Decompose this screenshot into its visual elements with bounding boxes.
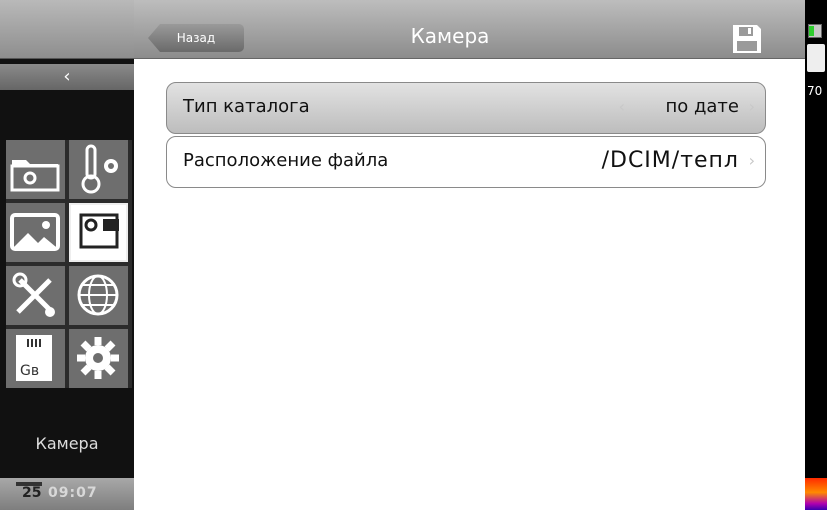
- setting-label: Тип каталога: [183, 96, 310, 117]
- setting-file-location[interactable]: Расположение файла /DCIM/тепл ›: [166, 136, 766, 188]
- chevron-right-icon[interactable]: ›: [749, 97, 755, 116]
- menu-tile-settings[interactable]: [69, 329, 128, 388]
- sd-card-icon: Gв: [16, 335, 52, 381]
- menu-grid: Gв: [6, 140, 132, 388]
- menu-tile-globe[interactable]: [69, 266, 128, 325]
- menu-tile-camera[interactable]: [69, 203, 128, 262]
- sidebar: ‹ Gв Камера 25 09:07: [0, 0, 134, 510]
- section-label: Камера: [35, 434, 99, 453]
- setting-label: Расположение файла: [183, 150, 389, 171]
- back-button[interactable]: Назад: [148, 24, 244, 52]
- chevron-left-icon[interactable]: ‹: [619, 97, 625, 116]
- status-strip: [805, 0, 827, 510]
- date-day: 25: [22, 485, 42, 501]
- setting-catalog-type[interactable]: Тип каталога ‹ по дате ›: [166, 82, 766, 134]
- gear-icon: [77, 337, 119, 379]
- folder-settings-icon: [10, 160, 60, 192]
- battery-level: [809, 26, 814, 36]
- save-icon: [733, 25, 761, 53]
- menu-tile-thermometer[interactable]: [69, 140, 128, 199]
- collapse-sidebar-button[interactable]: ‹: [0, 64, 134, 90]
- camera-icon: [79, 213, 119, 249]
- setting-value: по дате: [665, 96, 739, 117]
- tools-icon: [12, 272, 55, 317]
- chevron-left-icon: ‹: [63, 66, 71, 87]
- save-button[interactable]: [730, 22, 764, 56]
- status-value: 70: [807, 84, 823, 98]
- sd-card-text: Gв: [20, 363, 39, 379]
- setting-value: /DCIM/тепл: [601, 148, 739, 173]
- menu-tile-image[interactable]: [6, 203, 65, 262]
- globe-icon: [77, 274, 119, 316]
- menu-tile-folder[interactable]: [6, 140, 65, 199]
- thermometer-settings-icon: [81, 144, 118, 194]
- color-palette-bar: [805, 478, 827, 510]
- clock-time: 09:07: [48, 485, 98, 501]
- storage-icon: [807, 44, 825, 72]
- image-icon: [10, 213, 60, 251]
- menu-tile-memory[interactable]: Gв: [6, 329, 65, 388]
- sidebar-top-bar: [0, 0, 134, 59]
- menu-tile-tools[interactable]: [6, 266, 65, 325]
- chevron-right-icon[interactable]: ›: [749, 151, 755, 170]
- page-title: Камера: [410, 24, 490, 48]
